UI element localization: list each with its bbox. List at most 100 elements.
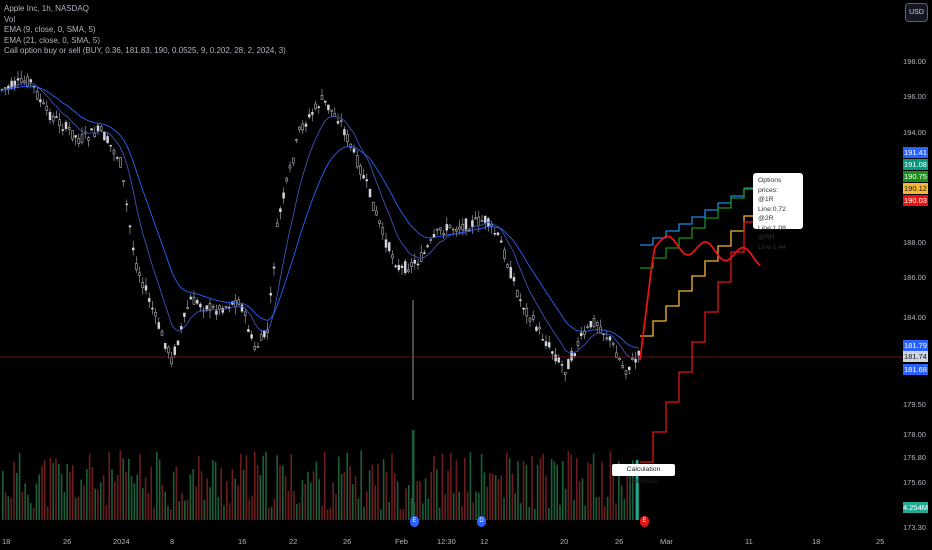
candle <box>343 129 346 136</box>
volume-bar <box>626 471 628 520</box>
symbol-title[interactable]: Apple Inc, 1h, NASDAQ <box>4 4 286 15</box>
price-badge: 190.03 <box>903 195 928 206</box>
volume-indicator-label[interactable]: Vol <box>4 15 286 26</box>
volume-bar <box>405 488 407 520</box>
candle <box>307 114 311 118</box>
volume-bar <box>105 505 108 520</box>
ema9-indicator-label[interactable]: EMA (9, close, 0, SMA, 5) <box>4 25 286 36</box>
candle <box>624 370 628 375</box>
event-marker-icon[interactable]: E <box>410 516 419 527</box>
candle <box>253 345 257 350</box>
volume-bar <box>175 466 178 520</box>
volume-bar <box>63 491 66 520</box>
volume-bar <box>578 481 581 520</box>
candle <box>176 340 180 345</box>
volume-bar <box>402 508 404 520</box>
candle <box>519 299 522 302</box>
currency-button[interactable]: USD <box>905 3 928 22</box>
candle <box>397 264 401 270</box>
volume-bar <box>30 502 32 520</box>
volume-bar <box>452 493 455 520</box>
candle <box>3 87 7 89</box>
candle <box>387 242 391 252</box>
volume-bar <box>178 501 180 520</box>
volume-bar <box>226 480 228 520</box>
volume-bar <box>609 451 612 520</box>
price-chart[interactable] <box>0 0 932 550</box>
volume-bar <box>161 484 164 520</box>
volume-bar <box>130 476 133 520</box>
volume-bar <box>186 500 189 520</box>
volume-bar <box>156 451 158 520</box>
volume-bar <box>111 469 113 520</box>
candle <box>112 150 116 155</box>
candle <box>560 364 564 366</box>
volume-bar <box>598 496 600 520</box>
volume-bar <box>455 460 458 520</box>
candle <box>474 217 477 220</box>
volume-bar <box>472 502 474 520</box>
event-marker-icon[interactable]: E <box>640 516 649 527</box>
volume-bar <box>304 483 306 520</box>
time-tick-label: 2024 <box>113 537 130 546</box>
volume-bar <box>550 458 553 520</box>
candle <box>304 123 308 127</box>
volume-bar <box>16 472 18 520</box>
volume-bar <box>290 453 292 520</box>
volume-bar <box>94 488 96 520</box>
candle <box>551 351 554 354</box>
volume-bar <box>296 503 298 520</box>
candle <box>135 263 138 270</box>
volume-bar <box>195 486 197 520</box>
candle <box>445 224 449 231</box>
candle <box>608 336 612 341</box>
candle <box>48 111 52 120</box>
volume-bar <box>310 482 312 520</box>
volume-bar <box>497 479 500 520</box>
candle <box>384 239 388 248</box>
price-badge: 4.254M <box>903 502 929 513</box>
ema21-indicator-label[interactable]: EMA (21, close, 0, SMA, 5) <box>4 36 286 47</box>
candle <box>269 292 273 296</box>
volume-bar <box>321 505 323 520</box>
volume-bar <box>276 455 278 520</box>
volume-bar <box>108 451 110 520</box>
candle <box>23 80 26 83</box>
volume-bar <box>461 505 463 520</box>
volume-bar <box>438 507 441 520</box>
volume-bar <box>396 481 399 520</box>
candle <box>503 249 506 259</box>
candle <box>58 119 61 126</box>
candle <box>359 165 362 175</box>
volume-bar <box>212 460 214 520</box>
candle <box>480 220 484 222</box>
candle <box>109 144 113 147</box>
candle <box>595 322 599 326</box>
volume-bar <box>447 470 449 520</box>
volume-bar <box>279 465 281 520</box>
candle <box>314 103 317 109</box>
candle <box>163 342 167 349</box>
volume-bar <box>184 500 186 520</box>
volume-bar <box>335 493 337 520</box>
volume-bar <box>139 454 141 520</box>
candle <box>435 228 439 231</box>
volume-bar <box>200 471 203 520</box>
volume-bar <box>52 463 54 520</box>
time-tick-label: 26 <box>343 537 352 546</box>
candle <box>320 94 324 100</box>
candle <box>272 266 276 269</box>
volume-bar <box>567 451 570 520</box>
event-marker-icon[interactable]: D <box>477 516 486 527</box>
volume-bar <box>326 509 329 520</box>
volume-bar <box>346 452 348 520</box>
volume-bar <box>354 476 357 520</box>
call-option-indicator-label[interactable]: Call option buy or sell (BUY, 0.36, 181.… <box>4 46 286 57</box>
volume-bar <box>60 473 63 520</box>
candle <box>346 134 349 143</box>
options-prices-tooltip: Options prices: @1R Line:0.72 @2R Line:1… <box>753 173 803 251</box>
volume-bar <box>441 453 444 520</box>
volume-bar <box>590 463 592 520</box>
candle <box>432 234 436 238</box>
candle <box>99 126 103 131</box>
